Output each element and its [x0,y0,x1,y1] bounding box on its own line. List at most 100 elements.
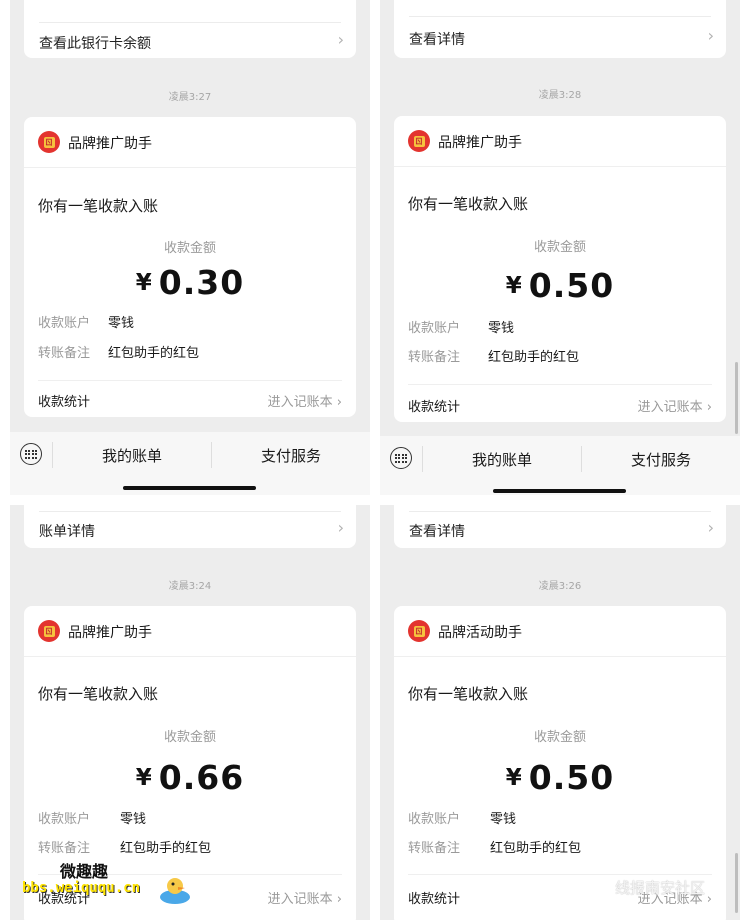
memo-row: 转账备注 红包助手的红包 [408,346,579,365]
memo-row: 转账备注 红包助手的红包 [38,837,211,856]
tab-payment-services[interactable]: 支付服务 [631,449,691,470]
account-row: 收款账户 零钱 [408,808,516,827]
chevron-right-icon: › [706,400,712,415]
card-header: ㄖ 品牌推广助手 [24,117,356,168]
chat-panel-4: 查看详情 › 凌晨3:26 ㄖ 品牌活动助手 你有一笔收款入账 收款金额 ¥0.… [380,505,740,920]
chat-panel-1: 查看此银行卡余额 › 凌晨3:27 ㄖ 品牌推广助手 你有一笔收款入账 收款金额… [10,0,370,495]
scrollbar[interactable] [735,853,738,913]
payment-card[interactable]: ㄖ 品牌推广助手 你有一笔收款入账 收款金额 ¥0.30 收款账户 零钱 转账备注… [24,117,356,417]
keyboard-icon[interactable] [390,447,412,469]
account-row: 收款账户 零钱 [38,312,134,331]
amount-number: 0.30 [158,263,245,302]
top-link[interactable]: 账单详情 [39,521,341,541]
chevron-right-icon: › [707,26,714,45]
memo-value: 红包助手的红包 [488,350,580,365]
brand-name: 品牌推广助手 [68,136,152,152]
home-indicator [123,486,256,490]
account-value: 零钱 [120,812,147,827]
watermark-community: 线报南安社区 [615,879,706,897]
chevron-right-icon: › [337,518,344,537]
chat-panel-2: 查看详情 › 凌晨3:28 ㄖ 品牌推广助手 你有一笔收款入账 收款金额 ¥0.… [380,0,740,495]
amount-number: 0.50 [528,758,615,797]
memo-row: 转账备注 红包助手的红包 [408,837,581,856]
previous-message-card[interactable]: 账单详情 › [24,505,356,548]
top-link[interactable]: 查看详情 [409,521,711,541]
amount-label: 收款金额 [163,241,216,256]
memo-row: 转账备注 红包助手的红包 [38,342,199,361]
amount-label: 收款金额 [533,730,586,745]
account-key: 收款账户 [408,812,461,827]
stat-label: 收款统计 [38,395,91,410]
chevron-right-icon: › [706,892,712,907]
memo-value: 红包助手的红包 [120,841,212,856]
account-value: 零钱 [490,812,517,827]
message-time: 凌晨3:28 [538,90,582,101]
tab-payment-services[interactable]: 支付服务 [261,445,321,466]
previous-message-card[interactable]: 查看详情 › [394,505,726,548]
brand-name: 品牌活动助手 [438,625,522,641]
brand-logo-icon: ㄖ [38,620,60,642]
payment-card[interactable]: ㄖ 品牌活动助手 你有一笔收款入账 收款金额 ¥0.50 收款账户 零钱 转账备注… [394,606,726,920]
previous-message-card[interactable]: 查看详情 › [394,0,726,58]
message-time: 凌晨3:27 [168,92,212,103]
amount-number: 0.50 [528,266,615,305]
chevron-right-icon: › [337,30,344,49]
message-time: 凌晨3:26 [538,581,582,592]
tab-my-bills[interactable]: 我的账单 [472,449,532,470]
card-header: ㄖ 品牌活动助手 [394,606,726,657]
memo-value: 红包助手的红包 [108,346,200,361]
currency-symbol: ¥ [505,273,523,299]
amount-value: ¥0.50 [394,758,726,797]
duck-mascot-icon [160,878,190,904]
scrollbar[interactable] [735,362,738,434]
notice-title: 你有一笔收款入账 [408,195,529,213]
bottom-menu-bar: 我的账单 支付服务 [380,436,740,495]
brand-logo-icon: ㄖ [408,130,430,152]
amount-value: ¥0.30 [24,263,356,302]
ledger-link[interactable]: 进入记账本 › [268,391,342,410]
watermark-url: bbs.weiququ.cn [22,880,141,896]
chevron-right-icon: › [336,395,342,410]
message-time: 凌晨3:24 [168,581,212,592]
notice-title: 你有一笔收款入账 [38,685,159,703]
account-row: 收款账户 零钱 [408,317,514,336]
account-value: 零钱 [488,321,515,336]
account-value: 零钱 [108,316,135,331]
memo-key: 转账备注 [38,841,91,856]
ledger-link-label: 进入记账本 [267,395,333,410]
ledger-link-label: 进入记账本 [267,892,333,907]
top-link[interactable]: 查看详情 [409,29,711,49]
stat-label: 收款统计 [408,892,461,907]
ledger-link[interactable]: 进入记账本 › [268,888,342,907]
ledger-link-label: 进入记账本 [637,400,703,415]
home-indicator [493,489,626,493]
brand-logo-icon: ㄖ [38,131,60,153]
payment-card[interactable]: ㄖ 品牌推广助手 你有一笔收款入账 收款金额 ¥0.50 收款账户 零钱 转账备注… [394,116,726,422]
chevron-right-icon: › [336,892,342,907]
memo-key: 转账备注 [408,350,461,365]
tab-my-bills[interactable]: 我的账单 [102,445,162,466]
account-row: 收款账户 零钱 [38,808,146,827]
brand-name: 品牌推广助手 [438,135,522,151]
notice-title: 你有一笔收款入账 [408,685,529,703]
brand-logo-icon: ㄖ [408,620,430,642]
previous-message-card[interactable]: 查看此银行卡余额 › [24,0,356,58]
memo-key: 转账备注 [38,346,91,361]
currency-symbol: ¥ [135,765,153,791]
brand-name: 品牌推广助手 [68,625,152,641]
keyboard-icon[interactable] [20,443,42,465]
card-header: ㄖ 品牌推广助手 [24,606,356,657]
amount-label: 收款金额 [163,730,216,745]
amount-number: 0.66 [158,758,245,797]
bottom-menu-bar: 我的账单 支付服务 [10,432,370,495]
memo-key: 转账备注 [408,841,461,856]
currency-symbol: ¥ [505,765,523,791]
amount-label: 收款金额 [533,240,586,255]
chevron-right-icon: › [707,518,714,537]
account-key: 收款账户 [38,316,91,331]
card-header: ㄖ 品牌推广助手 [394,116,726,167]
ledger-link[interactable]: 进入记账本 › [638,396,712,415]
notice-title: 你有一笔收款入账 [38,197,159,215]
top-link[interactable]: 查看此银行卡余额 [39,33,341,53]
memo-value: 红包助手的红包 [490,841,582,856]
